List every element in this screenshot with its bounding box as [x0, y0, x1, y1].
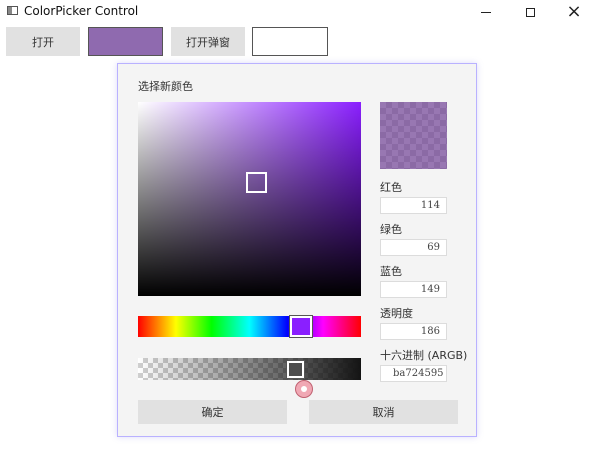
window-title: ColorPicker Control [24, 4, 139, 18]
open-button[interactable]: 打开 [6, 27, 80, 56]
ok-button[interactable]: 确定 [138, 400, 287, 424]
alpha-input[interactable]: 186 [380, 323, 447, 340]
alpha-slider-thumb[interactable] [286, 360, 305, 379]
saturation-value-thumb[interactable] [246, 172, 267, 193]
open-popup-button[interactable]: 打开弹窗 [171, 27, 245, 56]
hue-slider[interactable] [138, 315, 361, 338]
alpha-label: 透明度 [380, 307, 413, 320]
hex-input[interactable]: ba724595 [380, 365, 447, 382]
mouse-cursor-icon [295, 380, 313, 398]
alpha-gradient [138, 358, 361, 380]
hex-label: 十六进制 (ARGB) [380, 349, 468, 362]
minimize-icon [481, 11, 491, 13]
title-bar[interactable]: ColorPicker Control × [0, 0, 596, 24]
green-input[interactable]: 69 [380, 239, 447, 256]
maximize-icon [525, 7, 535, 17]
blue-label: 蓝色 [380, 265, 402, 278]
color-picker-popup: 选择新颜色 红色 114 绿色 69 蓝色 149 透明度 186 十六进制 (… [117, 63, 477, 437]
app-window: ColorPicker Control × 打开 打开弹窗 选择新颜色 红色 1… [0, 0, 596, 473]
blue-input[interactable]: 149 [380, 281, 447, 298]
color-preview [380, 102, 447, 169]
minimize-button[interactable] [464, 0, 508, 24]
picker-title: 选择新颜色 [138, 80, 193, 93]
red-label: 红色 [380, 181, 402, 194]
color-preview-fill [380, 102, 447, 169]
alpha-slider[interactable] [138, 358, 361, 380]
maximize-button[interactable] [508, 0, 552, 24]
cancel-button[interactable]: 取消 [309, 400, 458, 424]
red-input[interactable]: 114 [380, 197, 447, 214]
selected-color-button[interactable] [88, 27, 163, 56]
hue-slider-thumb[interactable] [289, 315, 313, 338]
close-button[interactable]: × [552, 0, 596, 24]
second-color-button[interactable] [252, 27, 328, 56]
close-icon: × [566, 1, 582, 22]
saturation-value-field[interactable] [138, 102, 361, 296]
green-label: 绿色 [380, 223, 402, 236]
app-icon [7, 6, 18, 15]
